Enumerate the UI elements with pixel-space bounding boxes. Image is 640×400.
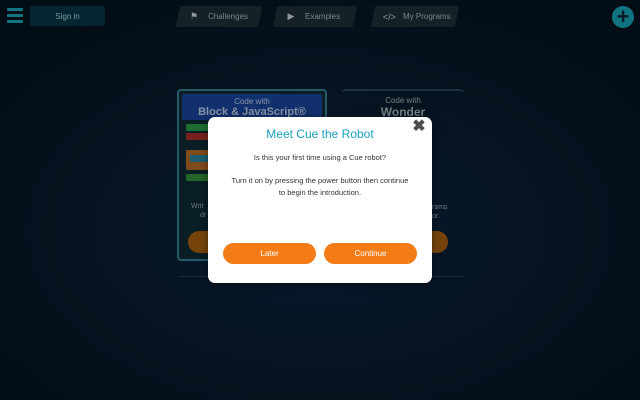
continue-button[interactable]: Continue bbox=[324, 243, 417, 264]
dialog-question: Is this your first time using a Cue robo… bbox=[253, 153, 387, 162]
continue-label: Continue bbox=[354, 249, 387, 258]
dialog-body: Turn it on by pressing the power button … bbox=[231, 176, 409, 197]
dialog-title: Meet Cue the Robot bbox=[266, 127, 374, 141]
meet-cue-dialog: ✖ Meet Cue the Robot Is this your first … bbox=[208, 117, 432, 283]
later-button[interactable]: Later bbox=[223, 243, 316, 264]
later-label: Later bbox=[260, 249, 279, 258]
